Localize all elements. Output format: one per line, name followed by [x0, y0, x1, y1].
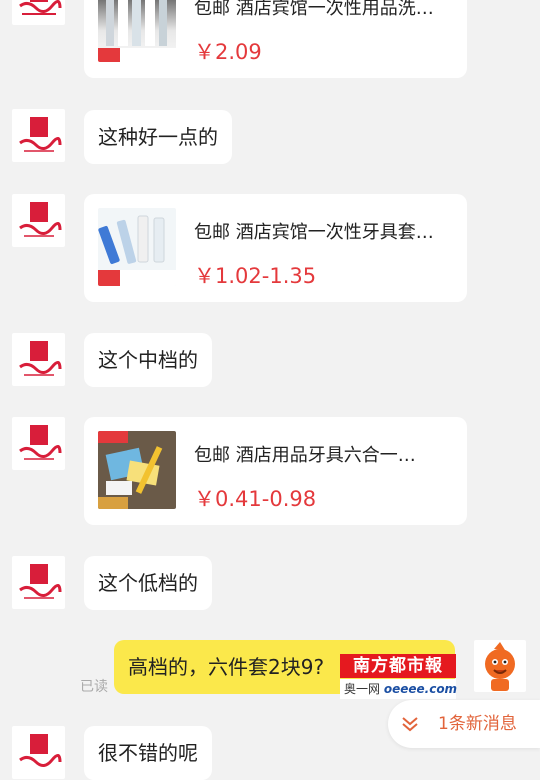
message-bubble[interactable]: 这个中档的	[84, 333, 212, 387]
product-card[interactable]: 包邮 酒店宾馆一次性用品洗… ￥2.09	[84, 0, 467, 78]
product-title: 包邮 酒店宾馆一次性用品洗…	[194, 0, 434, 19]
seller-logo-icon	[18, 0, 61, 15]
seller-logo-icon	[18, 340, 61, 376]
new-message-label: 1条新消息	[438, 714, 517, 734]
seller-avatar[interactable]	[12, 333, 65, 386]
product-card[interactable]: 包邮 酒店宾馆一次性牙具套… ￥1.02-1.35	[84, 194, 467, 302]
watermark-masthead: 南方都市報	[340, 654, 456, 678]
watermark-site: 奥一网 oeeee.com	[340, 679, 458, 699]
product-title: 包邮 酒店用品牙具六合一…	[194, 445, 416, 466]
seller-logo-icon	[18, 563, 61, 599]
chevron-down-icon	[400, 714, 420, 738]
seller-logo-icon	[18, 201, 61, 237]
seller-avatar[interactable]	[12, 726, 65, 779]
read-status: 已读	[80, 679, 108, 695]
new-message-pill[interactable]: 1条新消息	[388, 700, 540, 748]
product-price: ￥2.09	[194, 40, 262, 64]
product-thumbnail	[98, 208, 176, 286]
watermark-url: oeeee.com	[383, 682, 458, 696]
newspaper-watermark: 南方都市報 奥一网 oeeee.com	[340, 654, 458, 700]
seller-avatar[interactable]	[12, 556, 65, 609]
seller-avatar[interactable]	[12, 194, 65, 247]
watermark-site-name: 奥一网	[344, 682, 381, 696]
product-title: 包邮 酒店宾馆一次性牙具套…	[194, 222, 434, 243]
product-thumbnail	[98, 0, 176, 62]
product-price: ￥0.41-0.98	[194, 487, 317, 511]
seller-logo-icon	[18, 116, 61, 152]
seller-logo-icon	[18, 424, 61, 460]
message-bubble[interactable]: 很不错的呢	[84, 726, 212, 780]
my-avatar[interactable]	[474, 640, 526, 692]
product-card[interactable]: 包邮 酒店用品牙具六合一… ￥0.41-0.98	[84, 417, 467, 525]
mascot-icon	[485, 642, 515, 691]
seller-logo-icon	[18, 733, 61, 767]
product-thumbnail	[98, 431, 176, 509]
my-message-text: 高档的，六件套2块9?	[128, 655, 325, 679]
seller-avatar[interactable]	[12, 0, 65, 25]
seller-avatar[interactable]	[12, 109, 65, 162]
message-bubble[interactable]: 这个低档的	[84, 556, 212, 610]
seller-avatar[interactable]	[12, 417, 65, 470]
product-price: ￥1.02-1.35	[194, 264, 317, 288]
message-bubble[interactable]: 这种好一点的	[84, 110, 232, 164]
